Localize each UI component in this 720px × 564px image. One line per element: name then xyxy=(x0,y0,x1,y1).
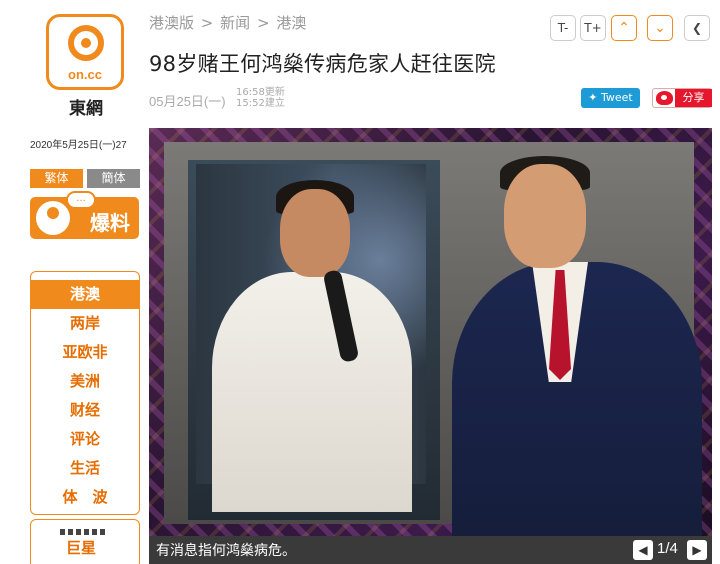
young-man-figure xyxy=(212,272,412,512)
updated-time: 16:58更新 xyxy=(236,87,285,98)
breadcrumb-section[interactable]: 港澳 xyxy=(276,14,306,32)
tweet-button[interactable]: ✦ Tweet xyxy=(581,88,640,108)
nav-item-lifestyle[interactable]: 生活 xyxy=(31,454,139,483)
article-title: 98岁赌王何鸿燊传病危家人赶往医院 xyxy=(149,52,496,76)
nav-item-hk-macau[interactable]: 港澳 xyxy=(31,280,139,309)
font-larger-button[interactable]: T+ xyxy=(580,15,606,41)
share-label: 分享 xyxy=(675,89,712,107)
tweet-label: Tweet xyxy=(600,91,633,104)
breadcrumb-news[interactable]: 新闻 xyxy=(220,14,250,32)
photo-backdrop xyxy=(164,142,702,536)
chevron-left-icon: ❮ xyxy=(691,21,703,35)
created-time: 15:52建立 xyxy=(236,98,285,109)
young-man-face xyxy=(280,189,350,277)
photo-caption: 有消息指何鸿燊病危。 xyxy=(156,543,296,559)
article-photo[interactable] xyxy=(149,128,712,536)
twitter-bird-icon: ✦ xyxy=(588,91,598,104)
star-section-label: 巨星 xyxy=(66,539,97,557)
breadcrumb-separator: > xyxy=(256,14,270,32)
site-logo[interactable]: on.cc xyxy=(46,14,124,90)
breadcrumb-edition[interactable]: 港澳版 xyxy=(149,14,194,32)
nav-item-asia-europe-africa[interactable]: 亚欧非 xyxy=(31,338,139,367)
nav-item-finance[interactable]: 财经 xyxy=(31,396,139,425)
logo-text: on.cc xyxy=(68,67,102,82)
font-smaller-button[interactable]: T- xyxy=(550,15,576,41)
breadcrumb: 港澳版 > 新闻 > 港澳 xyxy=(149,12,308,33)
weibo-share-button[interactable]: 分享 xyxy=(652,88,712,108)
previous-photo-button[interactable]: ◀ xyxy=(633,540,653,560)
nav-item-sports[interactable]: 体 波 xyxy=(31,483,139,512)
section-nav: 港澳 两岸 亚欧非 美洲 财经 评论 生活 体 波 xyxy=(30,271,140,515)
caret-right-icon: ▶ xyxy=(692,543,702,557)
nav-item-americas[interactable]: 美洲 xyxy=(31,367,139,396)
logo-ring-icon xyxy=(68,25,104,61)
sidebar-date: 2020年5月25日(一)27 xyxy=(30,140,127,151)
photo-caption-bar: 有消息指何鸿燊病危。 ◀ 1/4 ▶ xyxy=(149,536,712,564)
news-tip-button[interactable]: ... 爆料 xyxy=(30,191,139,239)
film-strip-icon xyxy=(60,529,108,535)
star-section-button[interactable]: 巨星 xyxy=(30,519,140,564)
next-photo-button[interactable]: ▶ xyxy=(687,540,707,560)
traditional-chinese-button[interactable]: 繁体 xyxy=(30,169,83,188)
caret-left-icon: ◀ xyxy=(638,543,648,557)
back-button[interactable]: ❮ xyxy=(684,15,710,41)
elderly-man-face xyxy=(504,164,586,268)
person-icon xyxy=(36,201,70,235)
next-article-button[interactable]: ⌄ xyxy=(647,15,673,41)
breadcrumb-separator: > xyxy=(200,14,214,32)
simplified-chinese-button[interactable]: 簡体 xyxy=(87,169,140,188)
nav-item-cross-strait[interactable]: 两岸 xyxy=(31,309,139,338)
site-name: 東網 xyxy=(69,99,103,119)
chevron-up-icon: ⌃ xyxy=(618,20,630,36)
nav-item-commentary[interactable]: 评论 xyxy=(31,425,139,454)
chevron-down-icon: ⌄ xyxy=(654,20,666,36)
weibo-icon xyxy=(656,91,673,105)
photo-pager: 1/4 xyxy=(657,540,678,557)
previous-article-button[interactable]: ⌃ xyxy=(611,15,637,41)
news-tip-label: 爆料 xyxy=(90,211,130,235)
article-timestamps: 16:58更新 15:52建立 xyxy=(236,87,285,109)
article-date: 05月25日(一) xyxy=(149,94,226,109)
